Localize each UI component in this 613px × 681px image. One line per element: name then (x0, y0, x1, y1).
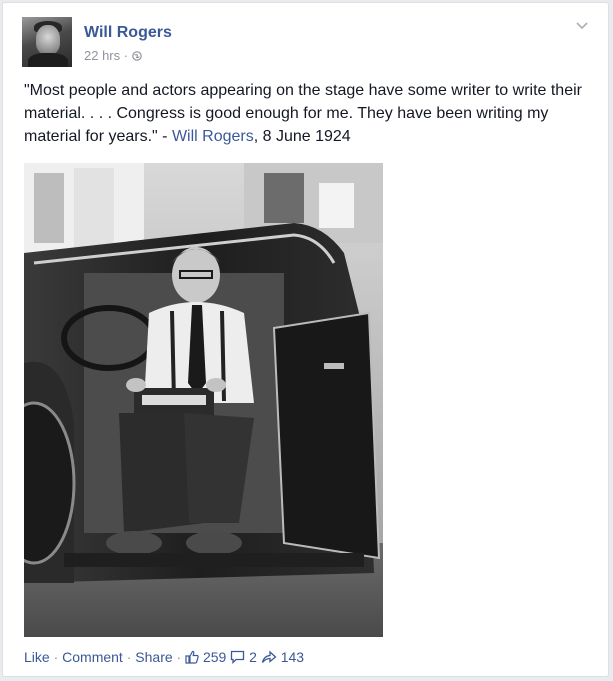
share-link[interactable]: Share (135, 649, 172, 665)
post-meta: 22 hrs · (84, 48, 142, 63)
share-arrow-icon[interactable] (261, 650, 277, 664)
shares-count[interactable]: 143 (281, 649, 304, 665)
post-photo[interactable] (24, 163, 383, 637)
post-actions: Like · Comment · Share · 259 2 143 (24, 649, 304, 665)
chevron-down-icon[interactable] (575, 21, 589, 31)
post-text-link[interactable]: Will Rogers (172, 128, 254, 145)
post-card: Will Rogers 22 hrs · "Most people and ac… (2, 2, 609, 677)
action-separator: · (53, 649, 59, 665)
avatar-shirt (28, 53, 68, 67)
post-text-date: , 8 June 1924 (253, 128, 351, 145)
avatar-face (36, 25, 60, 55)
like-link[interactable]: Like (24, 649, 50, 665)
comments-count[interactable]: 2 (249, 649, 257, 665)
comment-bubble-icon[interactable] (230, 650, 245, 664)
post-text: "Most people and actors appearing on the… (24, 79, 594, 148)
meta-separator: · (123, 48, 129, 63)
action-separator: · (176, 649, 182, 665)
comment-link[interactable]: Comment (62, 649, 123, 665)
globe-icon[interactable] (131, 51, 142, 61)
likes-count[interactable]: 259 (203, 649, 226, 665)
author-avatar[interactable] (22, 17, 72, 67)
thumbs-up-icon[interactable] (185, 650, 199, 664)
post-timestamp[interactable]: 22 hrs (84, 48, 120, 63)
author-name[interactable]: Will Rogers (84, 24, 172, 42)
photo-illustration (24, 163, 383, 637)
action-separator: · (126, 649, 132, 665)
